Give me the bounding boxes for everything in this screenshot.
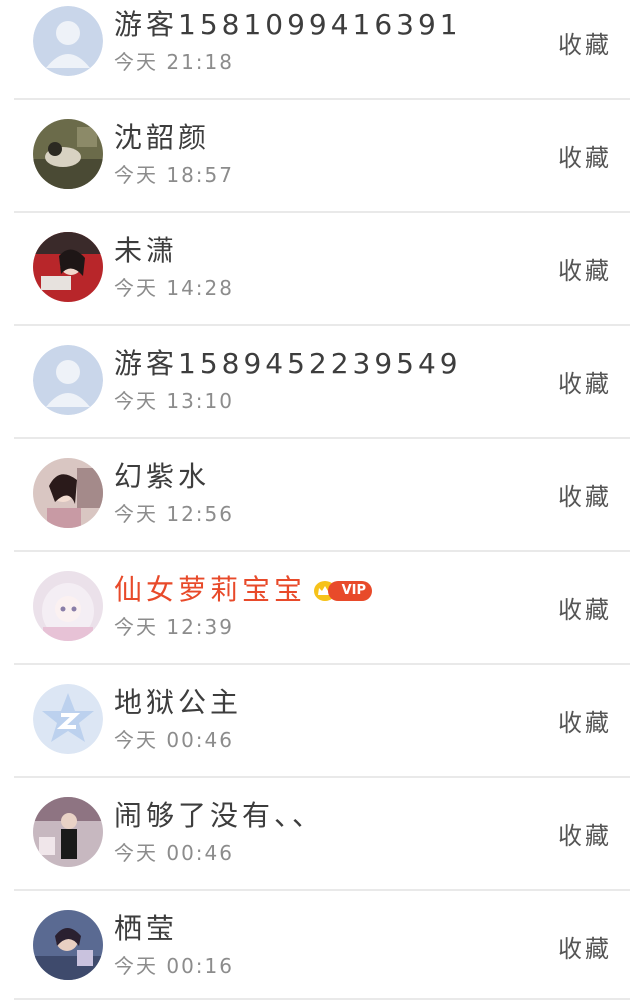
default-user-avatar[interactable] bbox=[33, 6, 103, 76]
list-item[interactable]: 游客1589452239549 今天 13:10 收藏 bbox=[0, 339, 640, 452]
contact-name: 栖莹 bbox=[114, 912, 179, 945]
contact-list: 游客1581099416391 今天 21:18 收藏 沈韶颜 今天 18:57… bbox=[0, 0, 640, 1003]
contact-time: 今天 18:57 bbox=[114, 163, 234, 187]
list-item[interactable]: 游客1581099416391 今天 21:18 收藏 bbox=[0, 0, 640, 113]
favorite-button[interactable]: 收藏 bbox=[558, 30, 612, 60]
divider bbox=[14, 324, 630, 326]
contact-time: 今天 00:46 bbox=[114, 841, 234, 865]
contact-time: 今天 21:18 bbox=[114, 50, 234, 74]
user-photo-avatar[interactable] bbox=[33, 458, 103, 528]
default-user-avatar[interactable] bbox=[33, 345, 103, 415]
vip-label: VIP bbox=[328, 581, 373, 601]
list-item[interactable]: 幻紫水 今天 12:56 收藏 bbox=[0, 452, 640, 565]
contact-time: 今天 00:46 bbox=[114, 728, 234, 752]
favorite-button[interactable]: 收藏 bbox=[558, 934, 612, 964]
star-logo-avatar[interactable] bbox=[33, 684, 103, 754]
user-photo-avatar[interactable] bbox=[33, 571, 103, 641]
contact-name: 幻紫水 bbox=[114, 460, 211, 493]
favorite-button[interactable]: 收藏 bbox=[558, 482, 612, 512]
list-item[interactable]: 未潇 今天 14:28 收藏 bbox=[0, 226, 640, 339]
favorite-button[interactable]: 收藏 bbox=[558, 708, 612, 738]
contact-name: 游客1589452239549 bbox=[114, 347, 462, 380]
contact-time: 今天 14:28 bbox=[114, 276, 234, 300]
divider bbox=[14, 437, 630, 439]
list-item[interactable]: 地狱公主 今天 00:46 收藏 bbox=[0, 678, 640, 791]
divider bbox=[14, 998, 630, 1000]
divider bbox=[14, 776, 630, 778]
favorite-button[interactable]: 收藏 bbox=[558, 256, 612, 286]
contact-name: 闹够了没有、、 bbox=[114, 799, 325, 832]
divider bbox=[14, 889, 630, 891]
contact-name-text: 仙女萝莉宝宝 bbox=[114, 573, 307, 606]
contact-time: 今天 13:10 bbox=[114, 389, 234, 413]
contact-time: 今天 00:16 bbox=[114, 954, 234, 978]
divider bbox=[14, 211, 630, 213]
favorite-button[interactable]: 收藏 bbox=[558, 143, 612, 173]
user-photo-avatar[interactable] bbox=[33, 797, 103, 867]
contact-name: 游客1581099416391 bbox=[114, 8, 462, 41]
vip-badge: VIP bbox=[312, 579, 374, 603]
contact-name: 未潇 bbox=[114, 234, 179, 267]
favorite-button[interactable]: 收藏 bbox=[558, 369, 612, 399]
list-item[interactable]: 栖莹 今天 00:16 收藏 bbox=[0, 904, 640, 1003]
user-photo-avatar[interactable] bbox=[33, 910, 103, 980]
contact-time: 今天 12:56 bbox=[114, 502, 234, 526]
contact-name: 仙女萝莉宝宝 VIP bbox=[114, 573, 374, 607]
list-item[interactable]: 沈韶颜 今天 18:57 收藏 bbox=[0, 113, 640, 226]
divider bbox=[14, 98, 630, 100]
favorite-button[interactable]: 收藏 bbox=[558, 595, 612, 625]
user-photo-avatar[interactable] bbox=[33, 119, 103, 189]
user-photo-avatar[interactable] bbox=[33, 232, 103, 302]
contact-time: 今天 12:39 bbox=[114, 615, 234, 639]
divider bbox=[14, 663, 630, 665]
list-item[interactable]: 闹够了没有、、 今天 00:46 收藏 bbox=[0, 791, 640, 904]
list-item[interactable]: 仙女萝莉宝宝 VIP 今天 12:39 收藏 bbox=[0, 565, 640, 678]
contact-name: 沈韶颜 bbox=[114, 121, 211, 154]
favorite-button[interactable]: 收藏 bbox=[558, 821, 612, 851]
divider bbox=[14, 550, 630, 552]
contact-name: 地狱公主 bbox=[114, 686, 243, 719]
